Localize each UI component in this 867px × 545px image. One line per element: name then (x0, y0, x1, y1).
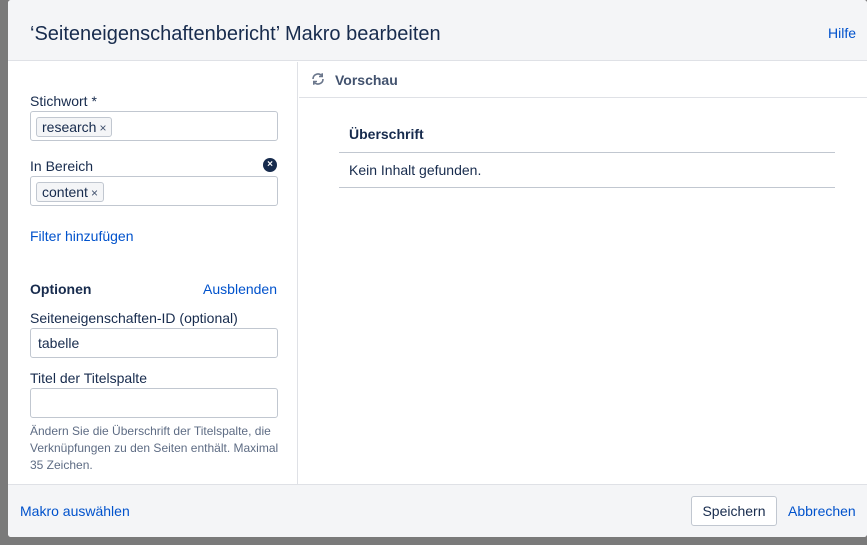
cancel-link[interactable]: Abbrechen (788, 503, 856, 519)
space-tag: content × (36, 182, 104, 202)
table-row: Kein Inhalt gefunden. (339, 153, 835, 188)
dialog-footer: Makro auswählen Speichern Abbrechen (8, 484, 867, 537)
save-button[interactable]: Speichern (691, 496, 777, 526)
help-link[interactable]: Hilfe (828, 25, 856, 41)
page-props-id-label: Seiteneigenschaften-ID (optional) (30, 310, 238, 326)
preview-bar: Vorschau (299, 62, 867, 98)
dialog-header: ‘Seiteneigenschaftenbericht’ Makro bearb… (8, 0, 867, 61)
title-column-hint: Ändern Sie die Überschrift der Titelspal… (30, 424, 279, 472)
clear-icon[interactable]: × (263, 158, 277, 172)
preview-table: Überschrift Kein Inhalt gefunden. (339, 122, 835, 188)
remove-tag-icon[interactable]: × (91, 186, 98, 200)
keyword-tag: research × (36, 117, 113, 137)
remove-tag-icon[interactable]: × (99, 121, 106, 135)
table-header: Überschrift (339, 122, 835, 153)
keyword-field[interactable]: research × (30, 111, 278, 141)
dialog-title: ‘Seiteneigenschaftenbericht’ Makro bearb… (30, 23, 441, 45)
edit-macro-dialog: ‘Seiteneigenschaftenbericht’ Makro bearb… (8, 0, 867, 537)
keyword-tag-label: research (42, 119, 97, 135)
options-heading: Optionen (30, 281, 92, 297)
page-props-id-input[interactable]: tabelle (30, 328, 278, 358)
add-filter-link[interactable]: Filter hinzufügen (30, 228, 134, 244)
preview-label: Vorschau (335, 72, 398, 88)
space-label: In Bereich (30, 158, 94, 174)
keyword-label: Stichwort * (30, 93, 97, 109)
space-tag-label: content (42, 184, 88, 200)
preview-panel: Vorschau Überschrift Kein Inhalt gefunde… (299, 62, 867, 484)
title-column-label: Titel der Titelspalte (30, 370, 147, 386)
macro-parameters-panel: Stichwort * research × In Bereich × conte… (8, 62, 298, 484)
hide-options-link[interactable]: Ausblenden (203, 281, 277, 297)
select-macro-link[interactable]: Makro auswählen (20, 503, 130, 519)
title-column-input[interactable] (30, 388, 278, 418)
page-props-id-value: tabelle (38, 335, 80, 351)
refresh-icon[interactable] (310, 71, 326, 87)
space-field[interactable]: content × (30, 176, 278, 206)
